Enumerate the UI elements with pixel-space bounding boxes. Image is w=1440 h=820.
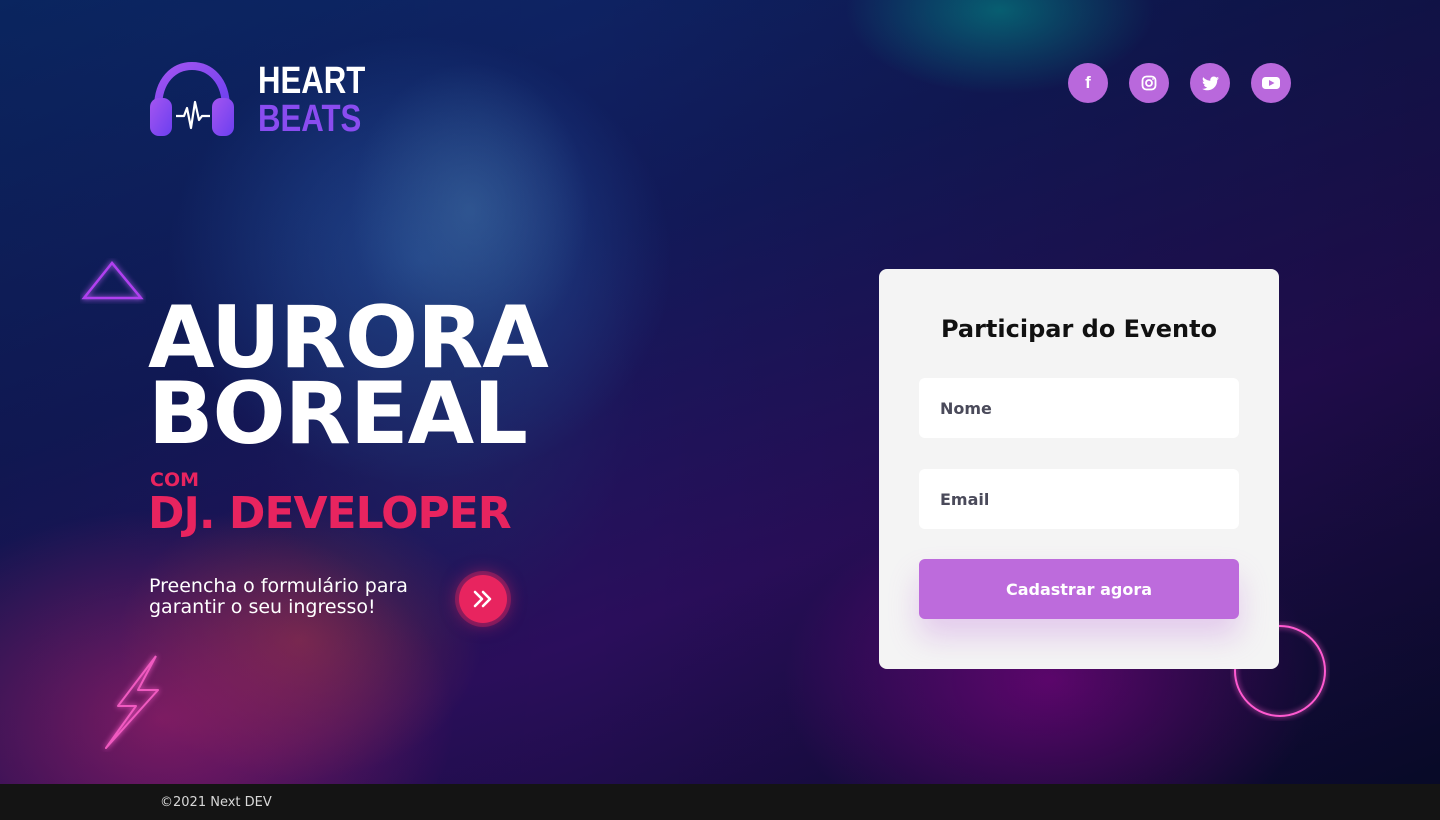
youtube-button[interactable] (1251, 63, 1291, 103)
neon-lightning-decoration (105, 655, 159, 749)
hero-section: HEART BEATS f AURORA BOREAL COM DJ. DEVE… (0, 0, 1440, 784)
registration-form: Participar do Evento Cadastrar agora (879, 269, 1279, 669)
event-title: AURORA BOREAL (148, 295, 549, 464)
form-title: Participar do Evento (940, 315, 1218, 343)
twitter-icon (1201, 75, 1219, 90)
facebook-icon: f (1085, 73, 1091, 92)
instagram-icon (1141, 75, 1157, 91)
dj-name: DJ. DEVELOPER (148, 488, 512, 539)
name-input[interactable] (919, 378, 1239, 438)
headphones-icon (150, 62, 234, 136)
copyright-text: ©2021 Next DEV (160, 795, 272, 810)
social-links: f (1068, 63, 1291, 103)
brand-name-line1: HEART (258, 60, 366, 102)
event-description: Preencha o formulário para garantir o se… (149, 575, 408, 618)
neon-triangle-decoration (81, 261, 144, 300)
brand-name-line2: BEATS (258, 98, 362, 140)
brand-logo[interactable]: HEART BEATS (150, 62, 389, 138)
youtube-icon (1262, 77, 1280, 89)
scroll-to-form-button[interactable] (459, 575, 507, 623)
footer: ©2021 Next DEV (0, 784, 1440, 820)
event-title-line2: BOREAL (148, 364, 528, 464)
twitter-button[interactable] (1190, 63, 1230, 103)
double-chevron-right-icon (473, 590, 492, 608)
facebook-button[interactable]: f (1068, 63, 1108, 103)
register-button[interactable]: Cadastrar agora (919, 559, 1239, 619)
instagram-button[interactable] (1129, 63, 1169, 103)
email-input[interactable] (919, 469, 1239, 529)
